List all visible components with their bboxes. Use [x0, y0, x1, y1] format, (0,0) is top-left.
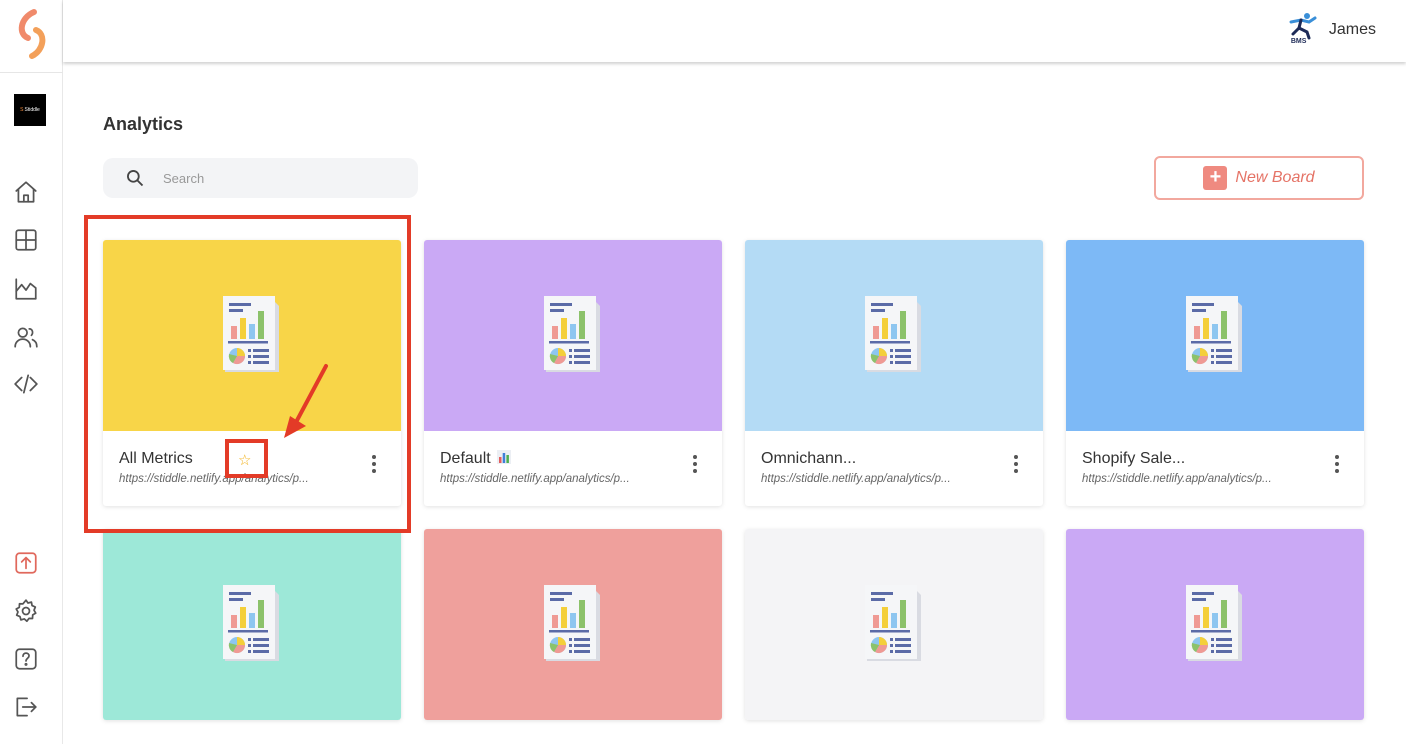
- analytics-icon[interactable]: [12, 275, 40, 303]
- dashboard-icon[interactable]: [12, 226, 40, 254]
- page-title: Analytics: [103, 114, 184, 134]
- board-card[interactable]: Shopify Sale... https://stiddle.netlify.a…: [1066, 240, 1364, 506]
- report-icon: [1186, 296, 1242, 372]
- board-cover[interactable]: [103, 529, 401, 720]
- board-cover[interactable]: [1066, 529, 1364, 720]
- org-logo-text: BMS: [1290, 38, 1307, 45]
- more-options-icon[interactable]: [1013, 455, 1019, 475]
- workspace-label: Stiddle: [24, 107, 40, 113]
- board-card[interactable]: [424, 529, 722, 720]
- top-bar: BMS James: [63, 0, 1406, 62]
- board-info: Shopify Sale... https://stiddle.netlify.a…: [1066, 431, 1364, 506]
- board-cover[interactable]: [745, 529, 1043, 720]
- board-cover[interactable]: [1066, 240, 1364, 431]
- users-icon[interactable]: [12, 323, 40, 351]
- board-title[interactable]: Omnichann...: [761, 450, 856, 468]
- report-icon: [865, 296, 921, 372]
- user-menu[interactable]: BMS James: [1287, 12, 1376, 48]
- board-title[interactable]: Default: [440, 450, 511, 468]
- board-url: https://stiddle.netlify.app/analytics/p.…: [1082, 473, 1272, 485]
- workspace-logo[interactable]: S Stiddle: [14, 94, 46, 126]
- new-board-button[interactable]: + New Board: [1154, 156, 1364, 200]
- sidebar: S Stiddle: [0, 0, 63, 744]
- board-cover[interactable]: [424, 529, 722, 720]
- board-cover[interactable]: [745, 240, 1043, 431]
- plus-icon: +: [1203, 166, 1228, 190]
- board-card[interactable]: Default https://stiddle.netlify.app/analy…: [424, 240, 722, 506]
- search-input[interactable]: [163, 170, 383, 186]
- board-card[interactable]: [1066, 529, 1364, 720]
- board-cover[interactable]: [424, 240, 722, 431]
- board-info: Omnichann... https://stiddle.netlify.app/…: [745, 431, 1043, 506]
- sidebar-divider: [0, 72, 63, 73]
- board-title[interactable]: All Metrics: [119, 450, 193, 468]
- report-icon: [223, 585, 279, 661]
- report-icon: [544, 296, 600, 372]
- logout-icon[interactable]: [12, 693, 40, 721]
- search-icon: [127, 170, 144, 187]
- report-icon: [1186, 585, 1242, 661]
- board-url: https://stiddle.netlify.app/analytics/p.…: [119, 473, 309, 485]
- workspace-logo-mark-icon: S: [20, 107, 24, 113]
- star-icon[interactable]: ☆: [238, 451, 251, 469]
- board-url: https://stiddle.netlify.app/analytics/p.…: [440, 473, 630, 485]
- report-icon: [544, 585, 600, 661]
- board-info: All Metrics ☆ https://stiddle.netlify.app/…: [103, 431, 401, 506]
- more-options-icon[interactable]: [1334, 455, 1340, 475]
- board-card[interactable]: Omnichann... https://stiddle.netlify.app/…: [745, 240, 1043, 506]
- board-cover[interactable]: [103, 240, 401, 431]
- new-board-label: New Board: [1235, 169, 1315, 186]
- org-logo: BMS: [1287, 12, 1317, 48]
- bar-chart-icon: [496, 450, 511, 464]
- search-bar[interactable]: [103, 158, 418, 198]
- app-logo-icon[interactable]: [10, 8, 54, 60]
- more-options-icon[interactable]: [371, 455, 377, 475]
- board-card[interactable]: [745, 529, 1043, 720]
- user-name[interactable]: James: [1329, 21, 1376, 39]
- board-card[interactable]: [103, 529, 401, 720]
- report-icon: [865, 585, 921, 661]
- more-options-icon[interactable]: [692, 455, 698, 475]
- help-icon[interactable]: [12, 645, 40, 673]
- board-info: Default https://stiddle.netlify.app/analy…: [424, 431, 722, 506]
- board-card[interactable]: All Metrics ☆ https://stiddle.netlify.app/…: [103, 240, 401, 506]
- board-title[interactable]: Shopify Sale...: [1082, 450, 1185, 468]
- home-icon[interactable]: [12, 178, 40, 206]
- code-icon[interactable]: [12, 370, 40, 398]
- org-logo-figure-icon: [1289, 13, 1317, 40]
- board-url: https://stiddle.netlify.app/analytics/p.…: [761, 473, 951, 485]
- report-icon: [223, 296, 279, 372]
- upload-icon[interactable]: [12, 549, 40, 577]
- settings-icon[interactable]: [12, 597, 40, 625]
